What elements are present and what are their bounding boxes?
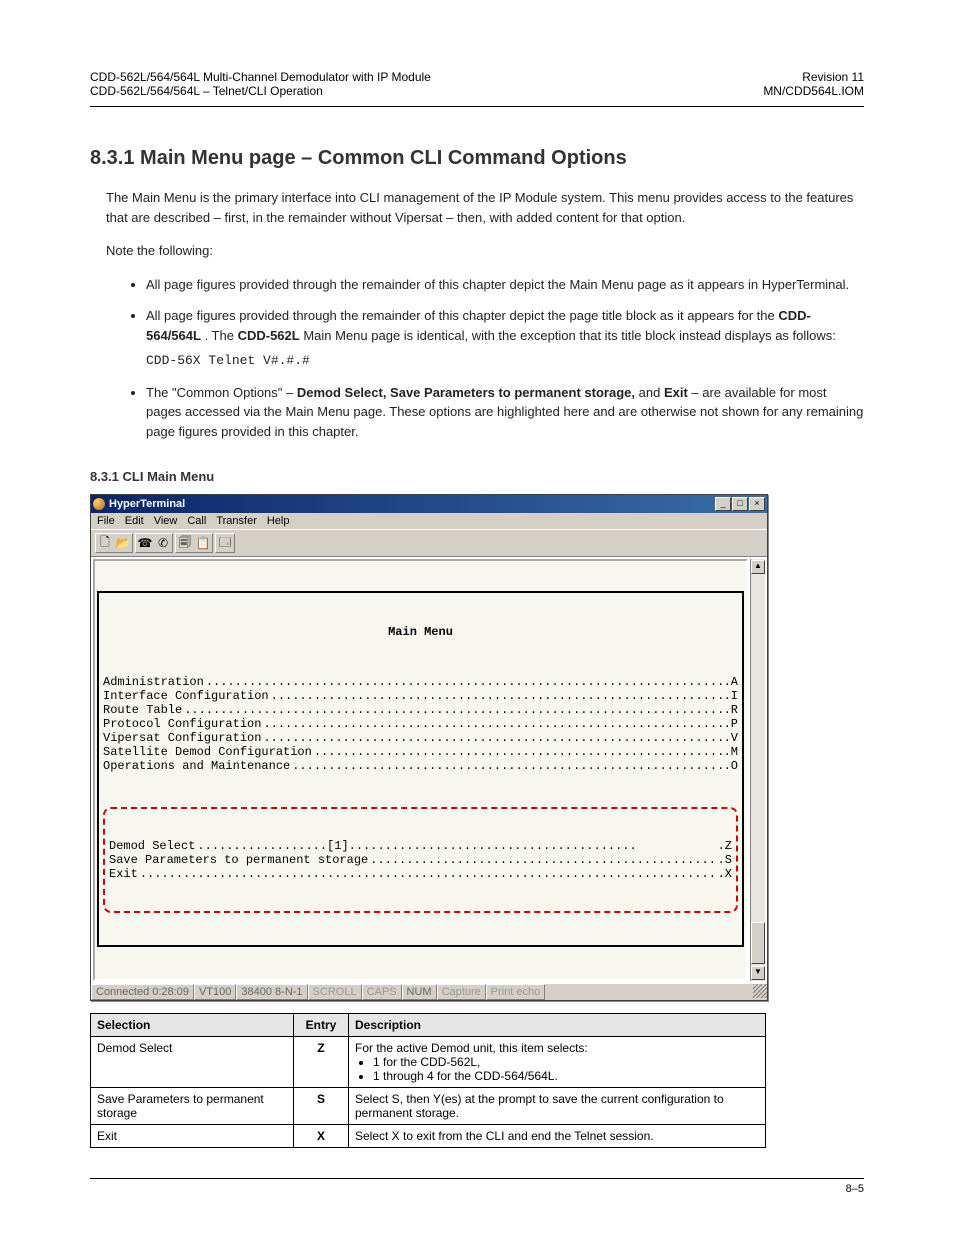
scroll-down-icon[interactable]: ▼ xyxy=(751,966,765,980)
props-icon[interactable]: 🗔 xyxy=(216,534,234,552)
resize-grip-icon[interactable] xyxy=(753,984,767,998)
status-printecho: Print echo xyxy=(486,984,546,1000)
window-title: HyperTerminal xyxy=(109,498,185,510)
minimize-button[interactable]: _ xyxy=(715,497,731,511)
menu-file[interactable]: File xyxy=(97,515,115,527)
figure-caption: 8.3.1 CLI Main Menu xyxy=(90,469,864,484)
page-header: CDD-562L/564/564L Multi-Channel Demodula… xyxy=(90,70,864,104)
status-port: 38400 8-N-1 xyxy=(236,984,307,1000)
terminal-line: Route Table.............................… xyxy=(103,703,738,717)
terminal-line: Demod Select..................[1].......… xyxy=(109,839,732,853)
menu-transfer[interactable]: Transfer xyxy=(216,515,257,527)
status-bar: Connected 0:28:09 VT100 38400 8-N-1 SCRO… xyxy=(91,983,767,1000)
terminal-line: Exit....................................… xyxy=(109,867,732,881)
menu-help[interactable]: Help xyxy=(267,515,290,527)
paste-icon[interactable]: 📋 xyxy=(194,534,212,552)
bullet-1: All page figures provided through the re… xyxy=(146,275,864,295)
header-right: Revision 11 MN/CDD564L.IOM xyxy=(763,70,864,98)
menu-bar: File Edit View Call Transfer Help xyxy=(91,513,767,529)
spec-row: Save Parameters to permanent storage S S… xyxy=(91,1088,766,1125)
phone-icon[interactable]: ☎ xyxy=(136,534,154,552)
list-item: 1 for the CDD-562L, xyxy=(373,1055,759,1069)
terminal-line: Save Parameters to permanent storage....… xyxy=(109,853,732,867)
bullet-2: All page figures provided through the re… xyxy=(146,306,864,371)
spec-table: Selection Entry Description Demod Select… xyxy=(90,1013,766,1148)
status-connected: Connected 0:28:09 xyxy=(91,984,194,1000)
titlebar[interactable]: HyperTerminal _ □ × xyxy=(91,495,767,513)
copy-icon[interactable]: 🗐 xyxy=(176,534,194,552)
col-selection: Selection xyxy=(91,1014,294,1037)
spec-row: Demod Select Z For the active Demod unit… xyxy=(91,1037,766,1088)
terminal-line: Interface Configuration.................… xyxy=(103,689,738,703)
vertical-scrollbar[interactable]: ▲ ▼ xyxy=(750,559,765,981)
col-description: Description xyxy=(349,1014,766,1037)
highlighted-common-options: Demod Select..................[1].......… xyxy=(103,807,738,913)
note-label: Note the following: xyxy=(106,241,864,261)
page-footer: 8–5 xyxy=(90,1178,864,1195)
hyperterminal-window: HyperTerminal _ □ × File Edit View Call … xyxy=(90,494,768,1001)
col-entry: Entry xyxy=(294,1014,349,1037)
terminal-line: Operations and Maintenance..............… xyxy=(103,759,738,773)
status-caps: CAPS xyxy=(362,984,402,1000)
terminal-line: Satellite Demod Configuration...........… xyxy=(103,745,738,759)
status-num: NUM xyxy=(402,984,437,1000)
terminal-output[interactable]: Main Menu Administration................… xyxy=(93,559,748,981)
bullet-3: The "Common Options" – Demod Select, Sav… xyxy=(146,383,864,442)
status-capture: Capture xyxy=(437,984,486,1000)
terminal-line: Protocol Configuration..................… xyxy=(103,717,738,731)
note-list: All page figures provided through the re… xyxy=(106,275,864,442)
maximize-button[interactable]: □ xyxy=(732,497,748,511)
cli-version-line: CDD-56X Telnet V#.#.# xyxy=(146,351,864,371)
open-icon[interactable]: 📂 xyxy=(114,534,132,552)
menu-view[interactable]: View xyxy=(154,515,178,527)
section-title: 8.3.1 Main Menu page – Common CLI Comman… xyxy=(90,147,864,170)
terminal-line: Vipersat Configuration..................… xyxy=(103,731,738,745)
list-item: 1 through 4 for the CDD-564/564L. xyxy=(373,1069,759,1083)
spec-row: Exit X Select X to exit from the CLI and… xyxy=(91,1125,766,1148)
close-button[interactable]: × xyxy=(749,497,765,511)
app-icon xyxy=(93,498,105,510)
spec-header-row: Selection Entry Description xyxy=(91,1014,766,1037)
status-scroll: SCROLL xyxy=(308,984,362,1000)
scroll-thumb[interactable] xyxy=(751,922,765,964)
menu-edit[interactable]: Edit xyxy=(125,515,144,527)
body-text: The Main Menu is the primary interface i… xyxy=(106,188,864,441)
menu-call[interactable]: Call xyxy=(187,515,206,527)
header-rule xyxy=(90,106,864,107)
toolbar: 🗋 📂 ☎ ✆ 🗐 📋 🗔 xyxy=(91,529,767,557)
terminal-line: Administration..........................… xyxy=(103,675,738,689)
terminal-title: Main Menu xyxy=(103,625,738,639)
status-emulation: VT100 xyxy=(194,984,236,1000)
phone-hook-icon[interactable]: ✆ xyxy=(154,534,172,552)
scroll-up-icon[interactable]: ▲ xyxy=(751,560,765,574)
intro-paragraph: The Main Menu is the primary interface i… xyxy=(106,188,864,227)
new-doc-icon[interactable]: 🗋 xyxy=(96,534,114,552)
header-left: CDD-562L/564/564L Multi-Channel Demodula… xyxy=(90,70,431,98)
footer-right: 8–5 xyxy=(846,1183,864,1195)
